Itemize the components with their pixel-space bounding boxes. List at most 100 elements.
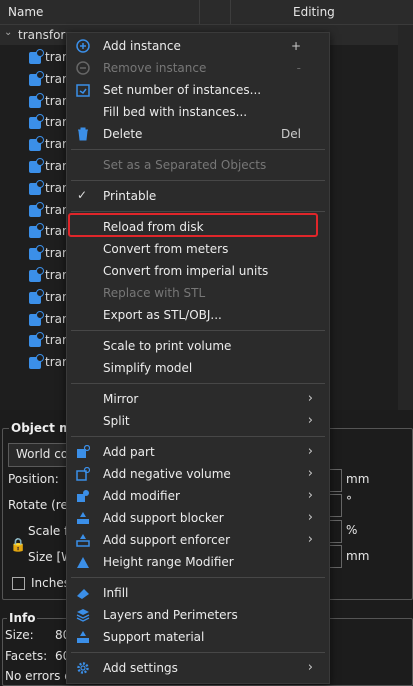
name-column-header[interactable]: Name xyxy=(8,5,43,19)
object-part-icon xyxy=(29,49,44,64)
menu-convert-meters-label: Convert from meters xyxy=(103,242,229,256)
object-part-icon xyxy=(29,354,44,370)
menu-separator xyxy=(71,180,325,181)
menu-printable[interactable]: ✓ Printable xyxy=(67,186,329,206)
submenu-arrow-icon: › xyxy=(307,391,313,406)
tree-child-row[interactable]: trar xyxy=(0,69,67,89)
menu-add-support-enforcer[interactable]: Add support enforcer › xyxy=(67,530,329,550)
tree-child-row[interactable]: trar xyxy=(0,243,67,263)
inches-checkbox[interactable] xyxy=(12,577,25,590)
menu-separator xyxy=(71,211,325,212)
tree-child-label: trar xyxy=(45,224,67,239)
header-divider xyxy=(230,0,231,24)
object-list-scrollbar[interactable] xyxy=(398,25,413,410)
menu-add-support-blocker[interactable]: Add support blocker › xyxy=(67,508,329,528)
support-material-icon xyxy=(77,631,89,643)
menu-fill-bed[interactable]: Fill bed with instances... xyxy=(67,102,329,122)
tree-child-row[interactable]: trar xyxy=(0,265,67,285)
tree-child-label: trar xyxy=(45,180,67,195)
trash-icon xyxy=(78,127,88,141)
coordinates-select-value: World co xyxy=(16,447,69,461)
menu-printable-label: Printable xyxy=(103,189,157,203)
collapse-arrow-icon[interactable]: ⌄ xyxy=(4,27,12,38)
menu-remove-instance[interactable]: Remove instance - xyxy=(67,58,329,78)
menu-convert-meters[interactable]: Convert from meters xyxy=(67,239,329,259)
rotate-unit: ° xyxy=(346,494,352,508)
tree-child-label: trar xyxy=(45,202,67,217)
menu-add-instance-label: Add instance xyxy=(103,39,181,53)
tree-child-row[interactable]: trar xyxy=(0,309,67,329)
object-part-icon xyxy=(29,310,44,326)
object-part-icon xyxy=(29,201,44,217)
tree-child-row[interactable]: trar xyxy=(0,112,67,132)
lock-icon[interactable]: 🔒 xyxy=(10,538,26,553)
menu-delete-label: Delete xyxy=(103,127,143,141)
submenu-arrow-icon: › xyxy=(307,413,313,428)
tree-child-label: trar xyxy=(45,289,67,304)
position-unit: mm xyxy=(346,472,370,486)
object-part-icon xyxy=(29,332,44,348)
tree-child-row[interactable]: trar xyxy=(0,352,67,372)
menu-add-modifier-label: Add modifier xyxy=(103,489,180,503)
menu-simplify-model[interactable]: Simplify model xyxy=(67,358,329,378)
menu-add-settings[interactable]: Add settings › xyxy=(67,658,329,678)
submenu-arrow-icon: › xyxy=(307,660,313,675)
tree-child-label: trar xyxy=(45,355,67,370)
menu-export[interactable]: Export as STL/OBJ... xyxy=(67,305,329,325)
menu-set-separated-label: Set as a Separated Objects xyxy=(103,158,267,172)
menu-add-negative-volume[interactable]: Add negative volume › xyxy=(67,464,329,484)
menu-add-negative-label: Add negative volume xyxy=(103,467,231,481)
tree-child-row[interactable]: trar xyxy=(0,330,67,350)
menu-add-modifier[interactable]: Add modifier › xyxy=(67,486,329,506)
minus-circle-icon xyxy=(76,61,90,75)
tree-child-row[interactable]: trar xyxy=(0,221,67,241)
object-part-icon xyxy=(29,136,44,152)
plus-circle-icon xyxy=(76,39,90,53)
menu-support-material-label: Support material xyxy=(103,630,205,644)
tree-child-row[interactable]: trar xyxy=(0,134,67,154)
tree-child-label: trar xyxy=(45,115,67,130)
menu-convert-imperial[interactable]: Convert from imperial units xyxy=(67,261,329,281)
menu-set-separated[interactable]: Set as a Separated Objects xyxy=(67,155,329,175)
menu-fill-bed-label: Fill bed with instances... xyxy=(103,105,248,119)
tree-child-label: trar xyxy=(45,71,67,86)
menu-add-settings-label: Add settings xyxy=(103,661,178,675)
object-part-icon xyxy=(29,114,44,130)
tree-child-row[interactable]: trar xyxy=(0,156,67,176)
menu-add-part[interactable]: Add part › xyxy=(67,442,329,462)
submenu-arrow-icon: › xyxy=(307,488,313,503)
header-divider xyxy=(199,0,200,24)
menu-mirror[interactable]: Mirror › xyxy=(67,389,329,409)
context-menu: Add instance + Remove instance - Set num… xyxy=(66,32,330,684)
inches-label: Inches xyxy=(31,576,70,590)
menu-scale-label: Scale to print volume xyxy=(103,339,232,353)
menu-split[interactable]: Split › xyxy=(67,411,329,431)
menu-add-instance[interactable]: Add instance + xyxy=(67,36,329,56)
infill-icon xyxy=(77,589,89,599)
menu-layers-perimeters[interactable]: Layers and Perimeters xyxy=(67,605,329,625)
tree-child-row[interactable]: trar xyxy=(0,91,67,111)
shortcut-label: - xyxy=(296,61,301,75)
object-part-icon xyxy=(29,179,44,195)
menu-scale-print-volume[interactable]: Scale to print volume xyxy=(67,336,329,356)
tree-child-row[interactable]: trar xyxy=(0,47,67,67)
object-part-icon xyxy=(29,158,44,173)
tree-child-label: trar xyxy=(45,311,67,326)
tree-child-row[interactable]: trar xyxy=(0,178,67,198)
menu-support-material[interactable]: Support material xyxy=(67,627,329,647)
editing-column-header[interactable]: Editing xyxy=(293,5,335,19)
menu-replace-stl[interactable]: Replace with STL xyxy=(67,283,329,303)
menu-height-range-modifier[interactable]: Height range Modifier xyxy=(67,552,329,572)
menu-infill[interactable]: Infill xyxy=(67,583,329,603)
object-part-icon xyxy=(29,92,44,108)
instances-icon xyxy=(76,84,90,97)
menu-convert-imperial-label: Convert from imperial units xyxy=(103,264,269,278)
tree-child-label: trar xyxy=(45,246,67,261)
tree-child-row[interactable]: trar xyxy=(0,287,67,307)
tree-child-label: trar xyxy=(45,333,67,348)
height-range-icon xyxy=(77,557,89,568)
menu-delete[interactable]: Delete Del xyxy=(67,124,329,144)
highlight-box xyxy=(68,213,318,237)
tree-child-row[interactable]: trar xyxy=(0,200,67,220)
menu-set-number-instances[interactable]: Set number of instances... xyxy=(67,80,329,100)
